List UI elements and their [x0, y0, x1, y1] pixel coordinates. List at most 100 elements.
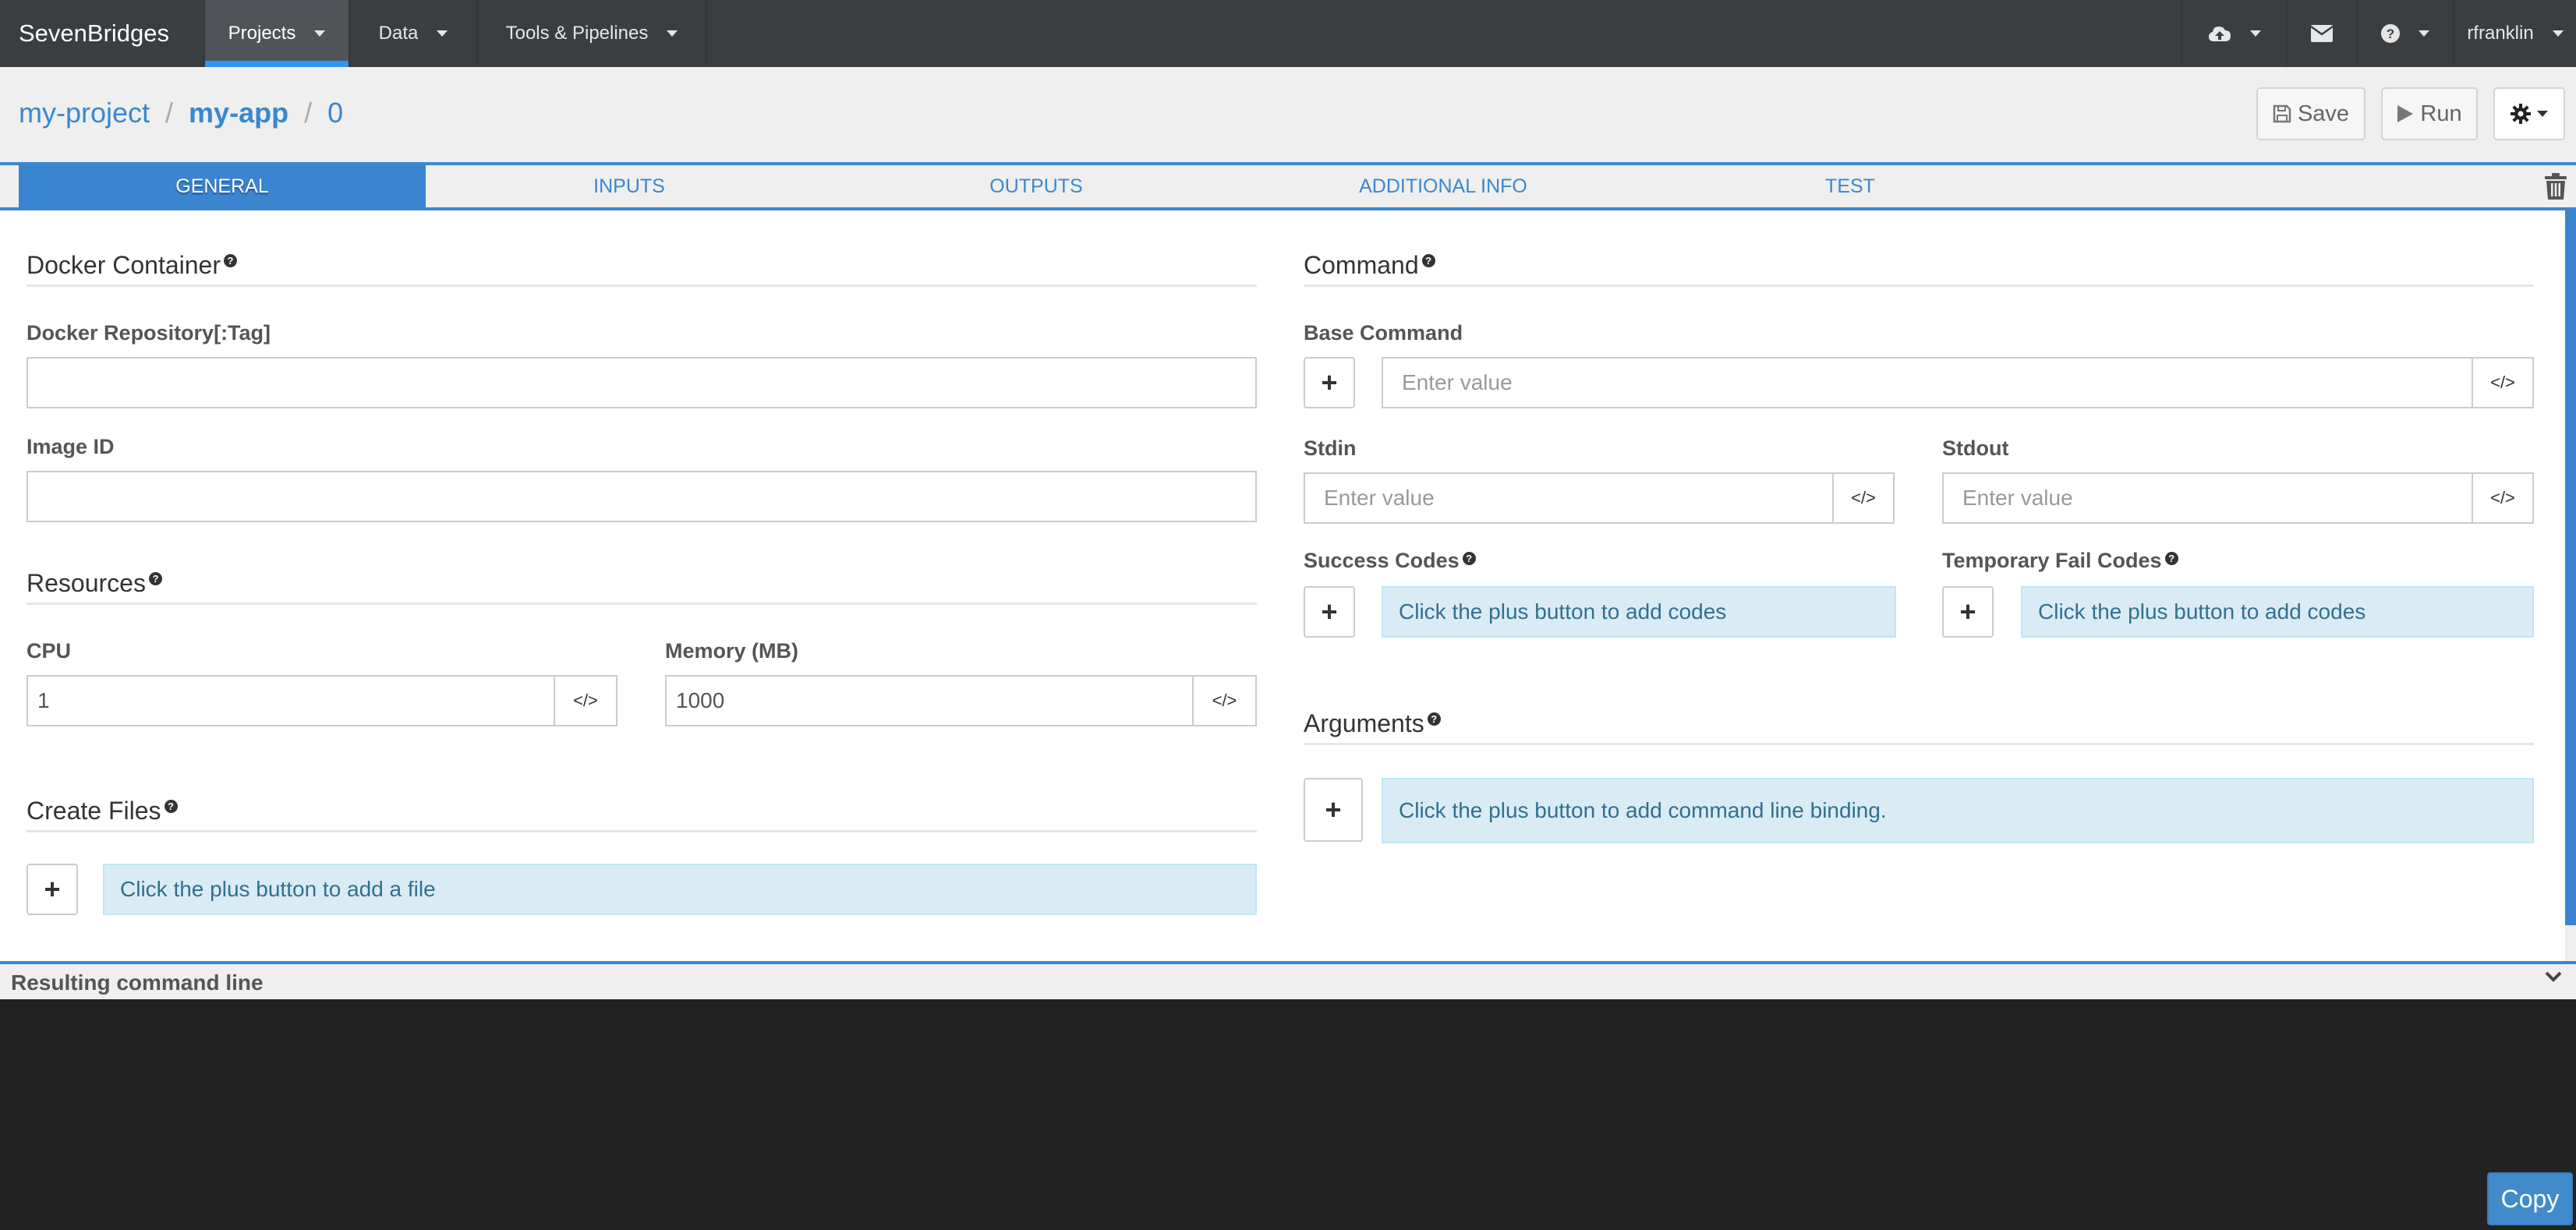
help-icon[interactable]: ? [224, 254, 237, 267]
resulting-command-line-bar[interactable]: Resulting command line [0, 961, 2576, 999]
docker-repository-input[interactable] [27, 357, 1257, 408]
cpu-label: CPU [27, 639, 72, 663]
code-icon: </> [1851, 488, 1876, 507]
caret-down-icon [2250, 30, 2261, 37]
stdin-label: Stdin [1304, 437, 1357, 460]
question-circle-icon: ? [2381, 24, 2400, 43]
resources-section-title: Resources? [27, 569, 1257, 605]
success-codes-label: Success Codes? [1304, 549, 1476, 573]
add-base-command-button[interactable]: + [1304, 357, 1355, 408]
caret-down-icon [437, 30, 448, 37]
docker-repository-label: Docker Repository[:Tag] [27, 321, 271, 345]
cpu-input[interactable]: 1 [27, 675, 555, 726]
arguments-section-title: Arguments? [1304, 709, 2534, 745]
image-id-input[interactable] [27, 471, 1257, 522]
code-icon: </> [2490, 373, 2515, 392]
code-icon: </> [2490, 488, 2515, 507]
tab-inputs[interactable]: INPUTS [426, 165, 833, 207]
help-menu[interactable]: ? [2358, 0, 2454, 67]
help-icon[interactable]: ? [2164, 552, 2178, 565]
tab-outputs[interactable]: OUTPUTS [833, 165, 1240, 207]
settings-dropdown[interactable] [2493, 87, 2565, 140]
top-navbar: SevenBridges Projects Data Tools & Pipel… [0, 0, 2576, 67]
nav-projects[interactable]: Projects [205, 0, 350, 67]
delete-button[interactable] [2545, 173, 2567, 203]
create-files-section-title: Create Files? [27, 797, 1257, 832]
memory-expression-button[interactable]: </> [1192, 675, 1257, 726]
user-menu[interactable]: rfranklin [2454, 0, 2576, 67]
add-file-button[interactable]: + [27, 864, 78, 915]
add-argument-button[interactable]: + [1304, 778, 1363, 842]
code-icon: </> [1212, 691, 1237, 710]
create-files-hint: Click the plus button to add a file [103, 864, 1257, 915]
memory-label: Memory (MB) [665, 639, 799, 663]
content-scrollbar[interactable] [2565, 210, 2576, 925]
brand-logo[interactable]: SevenBridges [0, 0, 205, 67]
save-button[interactable]: Save [2256, 87, 2365, 140]
nav-tools-label: Tools & Pipelines [505, 23, 649, 44]
success-codes-hint: Click the plus button to add codes [1382, 586, 1896, 638]
stdout-expression-button[interactable]: </> [2472, 472, 2534, 524]
tab-general[interactable]: GENERAL [19, 165, 426, 207]
base-command-expression-button[interactable]: </> [2472, 357, 2534, 408]
stdout-input[interactable]: Enter value [1942, 472, 2473, 524]
code-icon: </> [573, 691, 598, 710]
save-label: Save [2297, 101, 2350, 126]
nav-data[interactable]: Data [350, 0, 478, 67]
plus-icon: + [1959, 596, 1976, 627]
caret-down-icon [314, 30, 326, 37]
breadcrumb-project[interactable]: my-project [19, 97, 150, 129]
tab-additional-info[interactable]: ADDITIONAL INFO [1240, 165, 1647, 207]
memory-input[interactable]: 1000 [665, 675, 1194, 726]
command-section-title: Command? [1304, 251, 2534, 287]
base-command-placeholder: Enter value [1402, 370, 1513, 394]
add-success-code-button[interactable]: + [1304, 586, 1355, 638]
help-icon[interactable]: ? [148, 572, 162, 585]
caret-down-icon [2537, 111, 2548, 117]
help-icon[interactable]: ? [1427, 712, 1441, 726]
upload-menu[interactable] [2183, 0, 2288, 67]
arguments-hint: Click the plus button to add command lin… [1382, 778, 2534, 843]
run-button[interactable]: Run [2381, 87, 2478, 140]
docker-container-section-title: Docker Container? [27, 251, 1257, 287]
collapse-toggle[interactable] [2545, 970, 2562, 987]
envelope-icon [2311, 25, 2333, 42]
cloud-upload-icon [2209, 27, 2231, 41]
breadcrumb-separator: / [304, 97, 313, 129]
temporary-fail-codes-hint: Click the plus button to add codes [2021, 586, 2534, 638]
tab-test[interactable]: TEST [1647, 165, 2054, 207]
help-icon[interactable]: ? [1462, 552, 1476, 565]
base-command-input[interactable]: Enter value [1382, 357, 2473, 408]
stdout-label: Stdout [1942, 437, 2009, 460]
plus-icon: + [1321, 366, 1338, 398]
chevron-down-icon [2545, 971, 2562, 982]
base-command-label: Base Command [1304, 321, 1463, 345]
help-icon[interactable]: ? [1421, 254, 1435, 267]
messages-button[interactable] [2288, 0, 2358, 67]
username: rfranklin [2467, 23, 2534, 44]
run-label: Run [2420, 101, 2462, 126]
nav-data-label: Data [378, 23, 419, 44]
copy-button[interactable]: Copy [2487, 1172, 2573, 1225]
resulting-command-line-title: Resulting command line [11, 970, 264, 995]
add-temporary-fail-code-button[interactable]: + [1942, 586, 1994, 638]
help-icon[interactable]: ? [164, 800, 178, 813]
caret-down-icon [667, 30, 678, 37]
editor-tabs: GENERAL INPUTS OUTPUTS ADDITIONAL INFO T… [0, 162, 2576, 210]
floppy-disk-icon [2273, 104, 2291, 123]
gear-icon [2511, 104, 2531, 124]
nav-tools-pipelines[interactable]: Tools & Pipelines [478, 0, 707, 67]
breadcrumb-revision[interactable]: 0 [327, 97, 343, 129]
image-id-label: Image ID [27, 435, 115, 458]
breadcrumb: my-project / my-app / 0 [19, 97, 343, 129]
stdin-input[interactable]: Enter value [1304, 472, 1834, 524]
general-tab-content: Docker Container? Docker Repository[:Tag… [0, 210, 2565, 961]
cpu-expression-button[interactable]: </> [554, 675, 617, 726]
breadcrumb-app[interactable]: my-app [189, 97, 288, 129]
stdin-expression-button[interactable]: </> [1832, 472, 1895, 524]
plus-icon: + [1321, 596, 1338, 627]
plus-icon: + [44, 873, 61, 905]
caret-down-icon [2419, 30, 2429, 37]
stdout-placeholder: Enter value [1962, 486, 2073, 510]
svg-text:?: ? [2387, 27, 2394, 41]
